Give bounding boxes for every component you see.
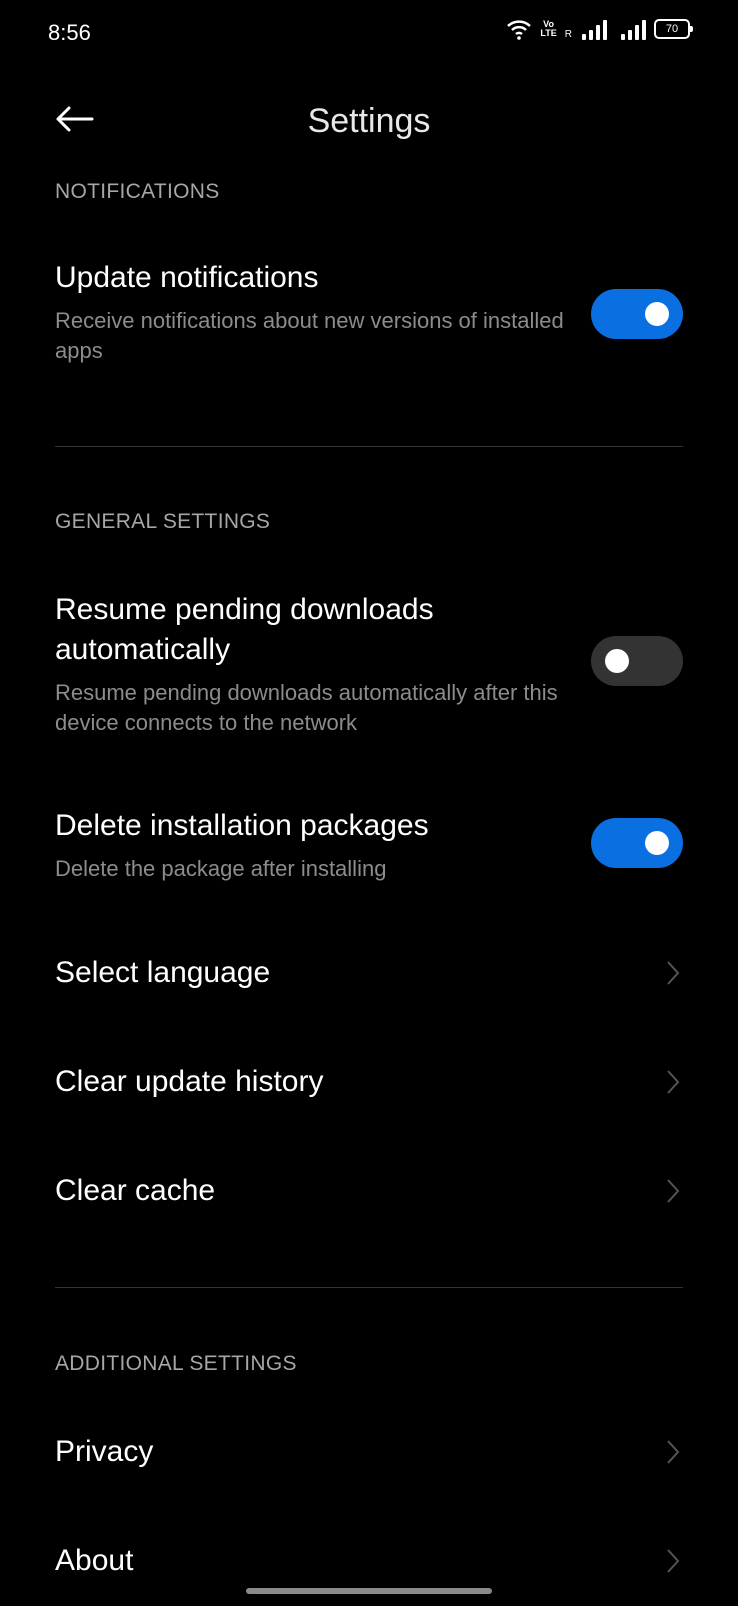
privacy-label: Privacy bbox=[55, 1435, 154, 1468]
divider bbox=[55, 446, 683, 447]
about-label: About bbox=[55, 1544, 134, 1577]
update-notifications-toggle[interactable] bbox=[591, 289, 683, 339]
section-label-general: GENERAL SETTINGS bbox=[55, 510, 271, 533]
update-notifications-title: Update notifications bbox=[55, 261, 319, 294]
privacy-row[interactable]: Privacy bbox=[0, 1407, 738, 1497]
signal-strength-icon-2 bbox=[621, 18, 646, 40]
volte-icon: Vo LTE bbox=[540, 19, 557, 38]
page-title: Settings bbox=[307, 102, 431, 140]
clear-cache-row[interactable]: Clear cache bbox=[0, 1146, 738, 1236]
section-label-additional: ADDITIONAL SETTINGS bbox=[55, 1352, 297, 1375]
delete-packages-subtitle: Delete the package after installing bbox=[55, 856, 387, 881]
delete-packages-title: Delete installation packages bbox=[55, 809, 429, 842]
toggle-knob bbox=[645, 831, 669, 855]
signal-strength-icon bbox=[582, 18, 607, 40]
clear-update-history-row[interactable]: Clear update history bbox=[0, 1037, 738, 1127]
select-language-row[interactable]: Select language bbox=[0, 928, 738, 1018]
update-notifications-subtitle: Receive notifications about new versions… bbox=[55, 308, 564, 363]
chevron-right-icon bbox=[667, 1179, 680, 1203]
chevron-right-icon bbox=[667, 1549, 680, 1573]
chevron-right-icon bbox=[667, 961, 680, 985]
resume-downloads-toggle[interactable] bbox=[591, 636, 683, 686]
battery-icon: 70 bbox=[654, 19, 693, 39]
home-indicator[interactable] bbox=[246, 1588, 492, 1594]
select-language-label: Select language bbox=[55, 956, 271, 989]
toggle-knob bbox=[645, 302, 669, 326]
chevron-right-icon bbox=[667, 1440, 680, 1464]
clear-update-history-label: Clear update history bbox=[55, 1065, 324, 1098]
app-bar: Settings bbox=[0, 90, 738, 154]
wifi-icon bbox=[507, 20, 532, 40]
section-label-notifications: NOTIFICATIONS bbox=[55, 180, 220, 203]
status-icons: Vo LTE R 70 bbox=[506, 18, 693, 40]
resume-downloads-title: Resume pending downloads automatically bbox=[55, 593, 434, 666]
divider bbox=[55, 1287, 683, 1288]
resume-downloads-subtitle: Resume pending downloads automatically a… bbox=[55, 680, 558, 735]
delete-packages-toggle[interactable] bbox=[591, 818, 683, 868]
toggle-knob bbox=[605, 649, 629, 673]
status-bar: 8:56 Vo LTE R 70 bbox=[0, 0, 738, 64]
chevron-right-icon bbox=[667, 1070, 680, 1094]
clear-cache-label: Clear cache bbox=[55, 1174, 216, 1207]
roaming-indicator: R bbox=[564, 29, 572, 40]
status-time: 8:56 bbox=[48, 20, 91, 45]
